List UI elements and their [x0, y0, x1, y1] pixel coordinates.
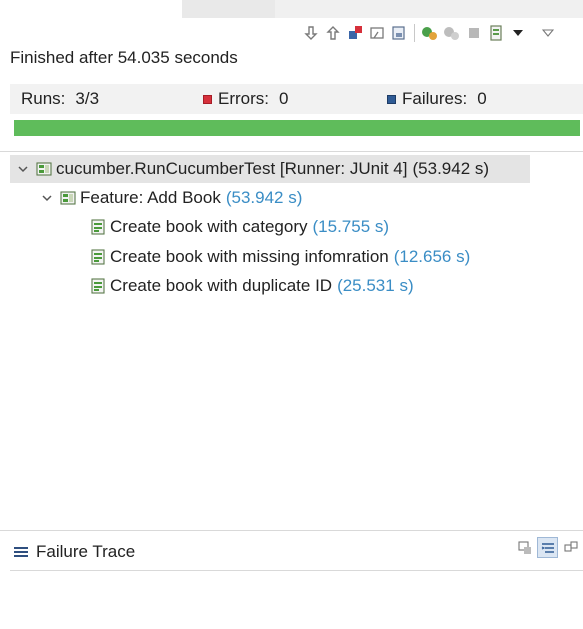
tree-node-time: (12.656 s) [393, 247, 471, 266]
junit-toolbar [300, 22, 559, 44]
runs-label: Runs: [21, 89, 66, 108]
tree-node-time: (25.531 s) [337, 276, 414, 295]
chevron-down-icon [513, 30, 523, 36]
test-run-history-button[interactable] [485, 22, 507, 44]
tab-active[interactable] [0, 0, 182, 18]
next-failure-button[interactable] [300, 22, 322, 44]
rerun-icon [422, 27, 437, 40]
stop-button[interactable] [463, 22, 485, 44]
arrow-down-icon [304, 26, 318, 40]
rerun-test-button[interactable] [419, 22, 441, 44]
tab-inactive[interactable] [182, 0, 275, 18]
tree-node-label: Feature: Add Book [80, 188, 221, 207]
test-suite-icon [36, 162, 52, 176]
compare-icon [517, 540, 531, 554]
filter-stack-trace-button[interactable] [537, 537, 558, 558]
runs-counter: Runs: 3/3 [21, 89, 99, 109]
failures-value: 0 [477, 89, 487, 108]
tree-feature-node[interactable]: Feature: Add Book (53.942 s) [34, 184, 302, 212]
counters-bar: Runs: 3/3 Errors: 0 Failures: 0 [10, 84, 583, 114]
view-menu-button[interactable] [537, 22, 559, 44]
error-icon [203, 94, 212, 104]
copy-icon [563, 540, 578, 552]
show-failures-only-button[interactable] [344, 22, 366, 44]
history-icon [392, 26, 405, 40]
progress-bar [14, 120, 580, 136]
stack-trace-icon [14, 547, 28, 557]
errors-label: Errors: [218, 89, 269, 108]
chevron-down-icon[interactable] [16, 162, 30, 176]
tree-node-label: cucumber.RunCucumberTest [Runner: JUnit … [56, 159, 408, 178]
chevron-down-icon[interactable] [40, 191, 54, 205]
toolbar-separator [414, 24, 415, 42]
previous-failure-button[interactable] [322, 22, 344, 44]
failure-trace-title: Failure Trace [36, 542, 136, 561]
status-text: Finished after 54.035 seconds [10, 48, 238, 67]
test-passed-icon [91, 278, 105, 294]
tree-top-divider [0, 151, 583, 152]
test-passed-icon [91, 249, 105, 265]
errors-counter: Errors: 0 [203, 89, 288, 109]
tree-node-time: (53.942 s) [225, 188, 303, 207]
tab-strip [0, 0, 583, 18]
tree-node-time: (15.755 s) [312, 217, 390, 236]
history-dropdown-button[interactable] [507, 22, 529, 44]
failures-label: Failures: [402, 89, 468, 108]
tree-node-time: (53.942 s) [412, 159, 490, 178]
tree-node-label: Create book with category [110, 217, 308, 236]
runs-value: 3/3 [75, 89, 100, 108]
filter-icon [541, 542, 554, 553]
tree-node-label: Create book with missing infomration [110, 247, 389, 266]
scroll-lock-button[interactable] [388, 22, 410, 44]
arrow-up-icon [326, 26, 340, 40]
stop-icon [469, 28, 479, 38]
compare-result-button[interactable] [514, 537, 535, 558]
tree-test-node[interactable]: Create book with missing infomration (12… [90, 243, 470, 271]
trace-toolbar [514, 537, 581, 558]
tree-node-label: Create book with duplicate ID [110, 276, 333, 295]
copy-trace-button[interactable] [560, 537, 581, 558]
layout-icon [490, 25, 502, 41]
view-menu-icon [542, 29, 554, 37]
trace-top-divider [0, 530, 583, 531]
show-skipped-button[interactable] [366, 22, 388, 44]
tree-root-node[interactable]: cucumber.RunCucumberTest [Runner: JUnit … [10, 155, 530, 183]
test-suite-icon [60, 191, 76, 205]
failures-counter: Failures: 0 [387, 89, 487, 109]
errors-value: 0 [279, 89, 289, 108]
failure-icon [387, 94, 396, 104]
ignored-icon [370, 27, 384, 39]
tab-inactive-2[interactable] [275, 0, 583, 18]
rerun-failed-first-button[interactable] [441, 22, 463, 44]
rerun-failed-icon [444, 27, 459, 40]
failure-trace-header: Failure Trace [14, 542, 135, 562]
tree-test-node[interactable]: Create book with category (15.755 s) [90, 213, 389, 241]
trace-content-divider [10, 570, 583, 571]
tree-test-node[interactable]: Create book with duplicate ID (25.531 s) [90, 272, 414, 300]
test-passed-icon [91, 219, 105, 235]
failures-only-icon [349, 26, 362, 39]
